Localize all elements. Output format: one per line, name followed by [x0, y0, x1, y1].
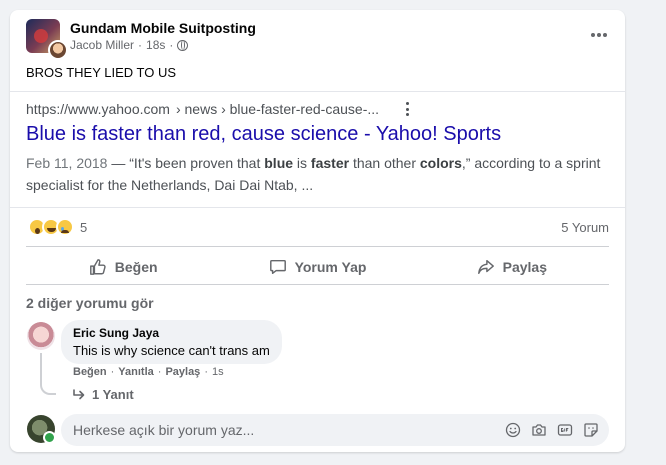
globe-icon — [177, 39, 189, 51]
comment-label: Yorum Yap — [294, 259, 367, 275]
dot-icon — [591, 33, 595, 37]
gif-icon[interactable] — [557, 422, 573, 438]
snippet-text: — “It's been proven that — [111, 155, 265, 171]
commenter-name[interactable]: Eric Sung Jaya — [73, 326, 270, 340]
reply-arrow-icon — [73, 388, 85, 399]
share-label: Paylaş — [502, 259, 547, 275]
thumbs-up-icon — [89, 259, 106, 275]
link-url-path: › news › blue-faster-red-cause-... — [175, 101, 380, 117]
divider — [26, 284, 609, 285]
separator: · — [204, 366, 208, 378]
meta-separator: · — [169, 38, 174, 52]
comment-text: This is why science can't trans am — [73, 343, 270, 358]
sad-emoji-icon — [56, 218, 74, 236]
author-avatar[interactable] — [48, 40, 68, 60]
composer-tools — [505, 422, 599, 438]
view-more-comments-link[interactable]: 2 diğer yorumu gör — [26, 295, 154, 311]
comment-time[interactable]: 1s — [212, 366, 224, 378]
like-button[interactable]: Beğen — [26, 250, 220, 284]
link-date: Feb 11, 2018 — [26, 155, 108, 171]
snippet-highlight: blue — [264, 155, 294, 171]
sticker-icon-shape — [584, 423, 598, 437]
snippet-highlight: colors — [419, 155, 462, 171]
divider — [10, 91, 625, 92]
author-name[interactable]: Jacob Miller — [70, 38, 134, 52]
gif-icon-shape — [557, 424, 573, 436]
post-time[interactable]: 18s — [146, 38, 165, 52]
dot-icon — [406, 107, 409, 111]
comment-composer — [61, 414, 609, 446]
snippet-text: is — [293, 155, 311, 171]
divider — [26, 246, 609, 247]
divider — [10, 207, 625, 208]
like-label: Beğen — [114, 259, 158, 275]
meta-separator: · — [138, 38, 143, 52]
post-text: BROS THEY LIED TO US — [26, 65, 177, 80]
emoji-icon[interactable] — [505, 422, 521, 438]
link-url[interactable]: https://www.yahoo.com › news › blue-fast… — [26, 101, 379, 117]
comment-button[interactable]: Yorum Yap — [220, 250, 414, 284]
comment-icon — [269, 259, 286, 275]
comment-input[interactable] — [73, 422, 505, 438]
post-card: Gundam Mobile Suitposting Jacob Miller ·… — [10, 10, 625, 452]
commenter-avatar[interactable] — [27, 322, 55, 350]
dot-icon — [406, 113, 409, 116]
link-url-domain: https://www.yahoo.com — [26, 101, 170, 117]
camera-icon-shape — [532, 424, 546, 436]
share-icon — [477, 259, 494, 275]
action-bar: Beğen Yorum Yap Paylaş — [26, 250, 609, 284]
separator: · — [157, 366, 162, 378]
snippet-text: than other — [349, 155, 420, 171]
dot-icon — [603, 33, 607, 37]
comment-reply-link[interactable]: Yanıtla — [118, 366, 153, 378]
dot-icon — [597, 33, 601, 37]
view-replies-link[interactable]: 1 Yanıt — [72, 387, 134, 402]
comment-bubble: Eric Sung Jaya This is why science can't… — [61, 320, 282, 364]
replies-count: 1 Yanıt — [92, 387, 134, 402]
link-snippet: Feb 11, 2018 — “It's been proven that bl… — [26, 152, 606, 196]
camera-icon[interactable] — [531, 422, 547, 438]
sticker-icon[interactable] — [583, 422, 599, 438]
post-options-button[interactable] — [587, 26, 611, 44]
comment-like-link[interactable]: Beğen — [73, 366, 107, 378]
separator: · — [110, 366, 115, 378]
post-meta: Jacob Miller · 18s · — [70, 38, 189, 52]
current-user-avatar[interactable] — [27, 415, 56, 444]
share-button[interactable]: Paylaş — [415, 250, 609, 284]
emoji-icon-shape — [505, 422, 521, 438]
comment-actions: Beğen · Yanıtla · Paylaş · 1s — [73, 366, 224, 378]
comment-share-link[interactable]: Paylaş — [165, 366, 200, 378]
link-title[interactable]: Blue is faster than red, cause science -… — [26, 123, 501, 146]
comment-count[interactable]: 5 Yorum — [561, 220, 609, 235]
thread-line — [40, 353, 56, 395]
more-vertical-icon[interactable] — [406, 102, 410, 116]
reaction-count: 5 — [80, 219, 88, 235]
reaction-summary[interactable]: 5 — [28, 218, 87, 236]
snippet-highlight: faster — [310, 155, 350, 171]
group-name[interactable]: Gundam Mobile Suitposting — [70, 20, 256, 36]
dot-icon — [406, 102, 409, 105]
